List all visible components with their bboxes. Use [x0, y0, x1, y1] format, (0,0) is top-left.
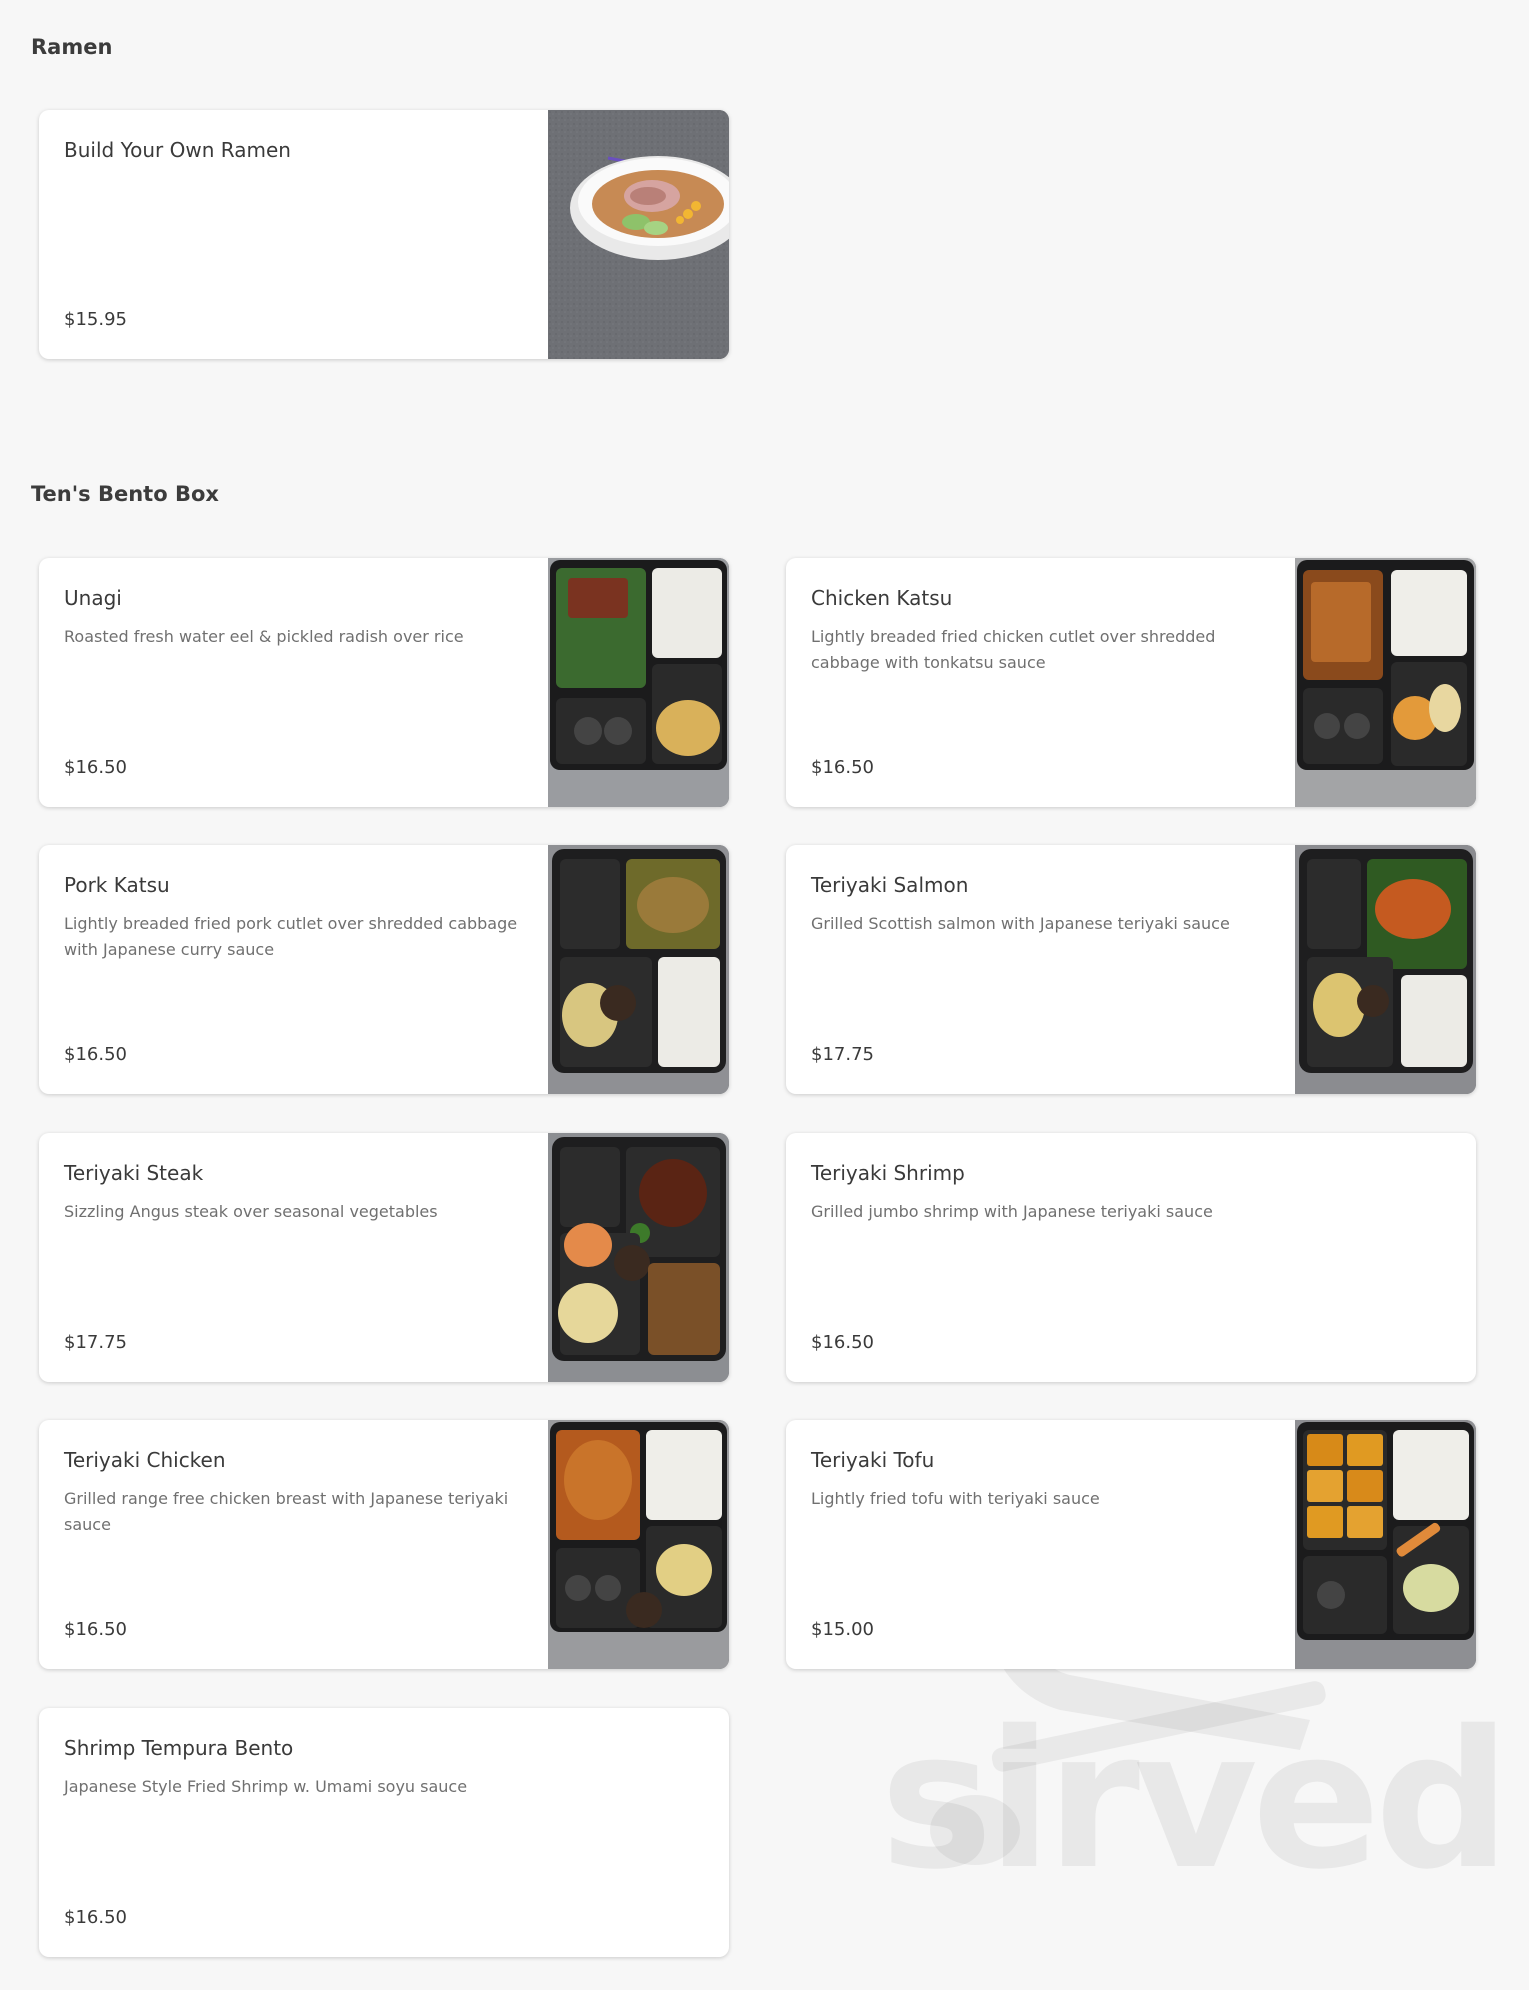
menu-item-name: Teriyaki Salmon	[811, 873, 969, 897]
ramen-bowl-photo	[548, 110, 729, 359]
menu-item-price: $16.50	[64, 757, 127, 778]
menu-item-price: $16.50	[64, 1619, 127, 1640]
menu-item-name: Teriyaki Shrimp	[811, 1161, 965, 1185]
menu-item-price: $17.75	[64, 1332, 127, 1353]
menu-item-name: Build Your Own Ramen	[64, 138, 291, 162]
menu-item-name: Shrimp Tempura Bento	[64, 1736, 294, 1760]
menu-item-price: $17.75	[811, 1044, 874, 1065]
menu-item-price: $16.50	[64, 1044, 127, 1065]
bento-box-photo	[1295, 558, 1476, 807]
bento-box-photo	[1295, 845, 1476, 1094]
watermark-text: sirved	[880, 1690, 1511, 1911]
menu-item-price: $16.50	[811, 757, 874, 778]
menu-item-card-teriyaki-tofu[interactable]: Teriyaki Tofu Lightly fried tofu with te…	[786, 1420, 1476, 1669]
menu-item-name: Teriyaki Steak	[64, 1161, 204, 1185]
bento-box-photo	[548, 1133, 729, 1382]
menu-item-name: Teriyaki Tofu	[811, 1448, 935, 1472]
menu-item-name: Pork Katsu	[64, 873, 170, 897]
menu-item-description: Grilled jumbo shrimp with Japanese teriy…	[811, 1202, 1213, 1221]
menu-item-price: $16.50	[64, 1907, 127, 1928]
menu-item-card-build-your-own-ramen[interactable]: Build Your Own Ramen $15.95	[39, 110, 729, 359]
menu-item-description: Sizzling Angus steak over seasonal veget…	[64, 1202, 438, 1221]
bento-box-photo	[548, 845, 729, 1094]
menu-item-card-pork-katsu[interactable]: Pork Katsu Lightly breaded fried pork cu…	[39, 845, 729, 1094]
bento-box-photo	[1295, 1420, 1476, 1669]
menu-item-description: Grilled Scottish salmon with Japanese te…	[811, 914, 1230, 933]
menu-item-card-unagi[interactable]: Unagi Roasted fresh water eel & pickled …	[39, 558, 729, 807]
menu-item-price: $15.95	[64, 309, 127, 330]
menu-item-card-teriyaki-chicken[interactable]: Teriyaki Chicken Grilled range free chic…	[39, 1420, 729, 1669]
menu-item-price: $15.00	[811, 1619, 874, 1640]
menu-item-name: Chicken Katsu	[811, 586, 953, 610]
menu-item-description: Lightly breaded fried pork cutlet over s…	[64, 914, 518, 959]
menu-item-card-teriyaki-shrimp[interactable]: Teriyaki Shrimp Grilled jumbo shrimp wit…	[786, 1133, 1476, 1382]
section-title-ramen: Ramen	[31, 35, 113, 59]
menu-item-price: $16.50	[811, 1332, 874, 1353]
menu-item-card-chicken-katsu[interactable]: Chicken Katsu Lightly breaded fried chic…	[786, 558, 1476, 807]
menu-item-description: Lightly breaded fried chicken cutlet ove…	[811, 627, 1216, 672]
menu-item-description: Roasted fresh water eel & pickled radish…	[64, 627, 464, 646]
bento-box-photo	[548, 558, 729, 807]
menu-item-card-shrimp-tempura-bento[interactable]: Shrimp Tempura Bento Japanese Style Frie…	[39, 1708, 729, 1957]
menu-item-description: Lightly fried tofu with teriyaki sauce	[811, 1489, 1100, 1508]
menu-item-description: Japanese Style Fried Shrimp w. Umami soy…	[64, 1777, 468, 1796]
bento-box-photo	[548, 1420, 729, 1669]
menu-item-card-teriyaki-salmon[interactable]: Teriyaki Salmon Grilled Scottish salmon …	[786, 845, 1476, 1094]
menu-item-card-teriyaki-steak[interactable]: Teriyaki Steak Sizzling Angus steak over…	[39, 1133, 729, 1382]
menu-item-name: Teriyaki Chicken	[64, 1448, 226, 1472]
section-title-bento: Ten's Bento Box	[31, 482, 219, 506]
menu-item-description: Grilled range free chicken breast with J…	[64, 1489, 509, 1534]
menu-item-name: Unagi	[64, 586, 122, 610]
